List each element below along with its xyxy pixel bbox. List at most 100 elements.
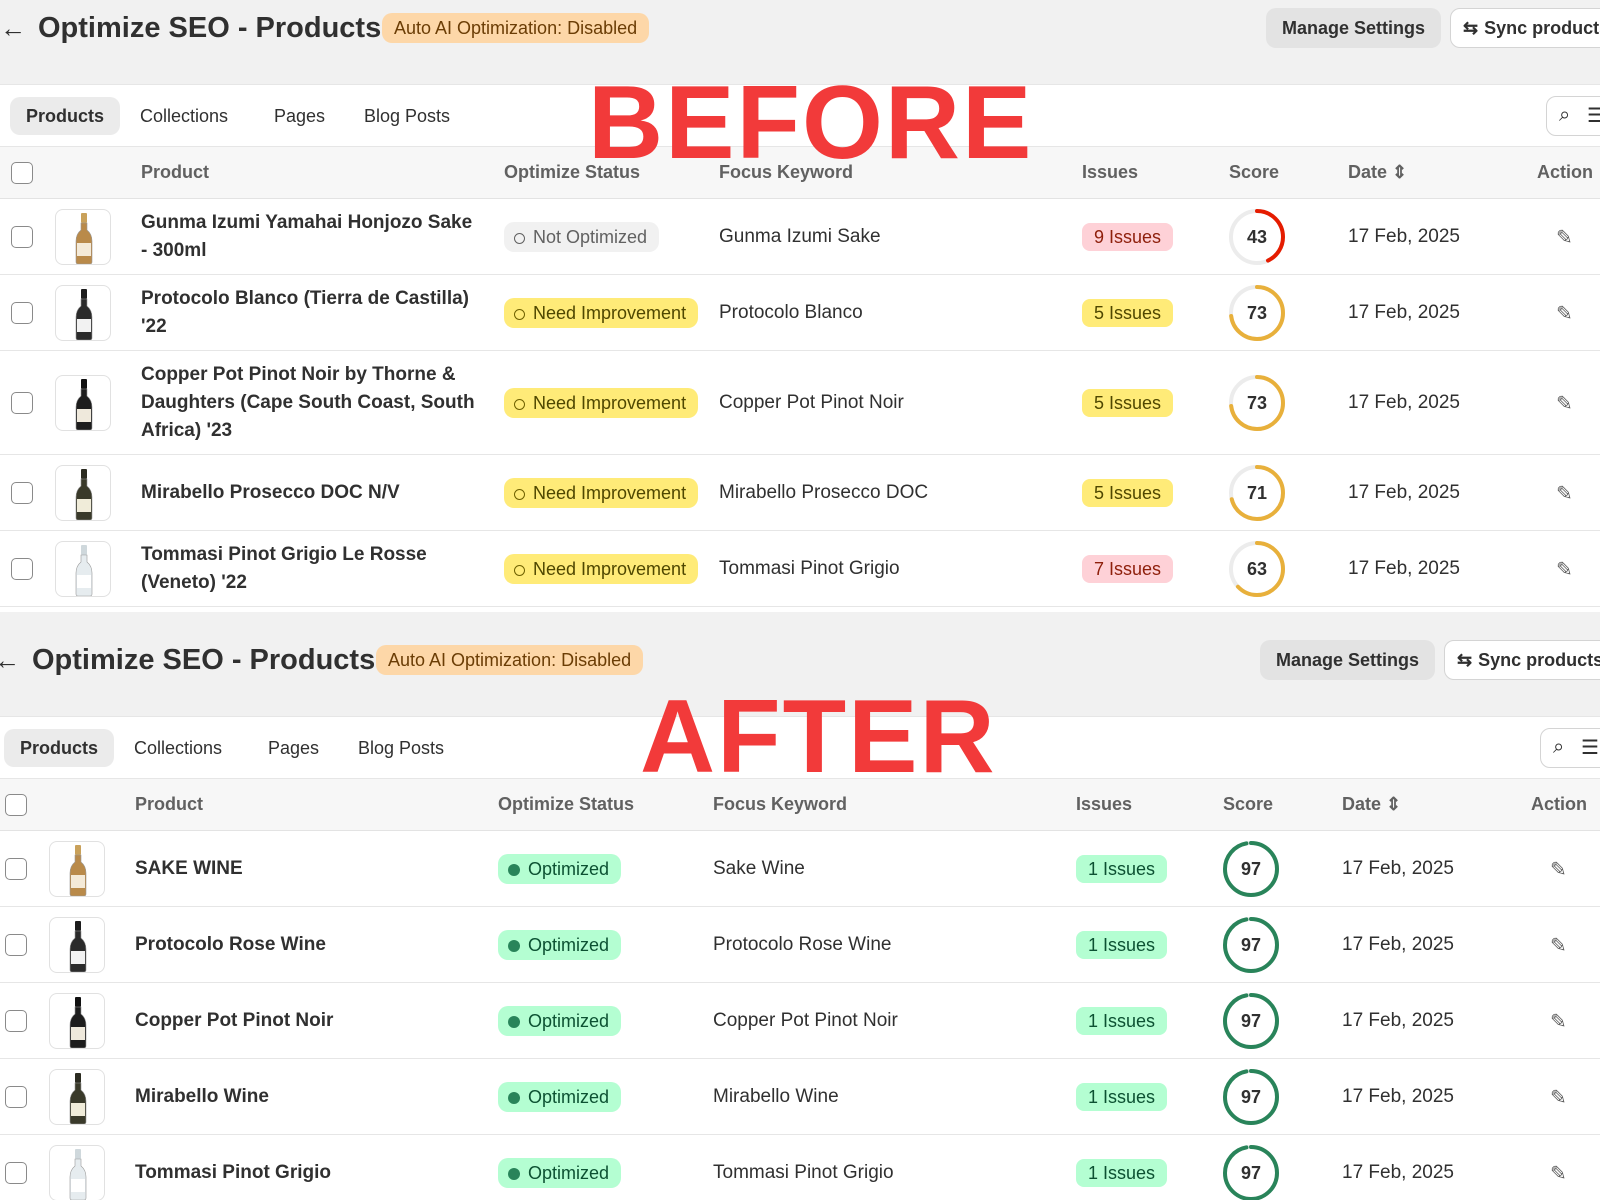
issues-badge: 1 Issues (1076, 1083, 1168, 1111)
column-optimize-status: Optimize Status (498, 794, 634, 815)
row-date: 17 Feb, 2025 (1342, 934, 1454, 955)
table-row[interactable]: Copper Pot Pinot Noir by Thorne & Daught… (0, 351, 1600, 455)
search-filter-toggle[interactable]: ⌕ ☰ (1540, 728, 1600, 768)
edit-icon[interactable]: ✎ (1550, 857, 1567, 882)
table-row[interactable]: Tommasi Pinot Grigio Le Rosse (Veneto) '… (0, 531, 1600, 607)
focus-keyword: Copper Pot Pinot Noir (719, 392, 904, 413)
row-checkbox[interactable] (11, 302, 33, 324)
issues-badge: 1 Issues (1076, 855, 1168, 883)
focus-keyword: Mirabello Prosecco DOC (719, 482, 929, 503)
product-name[interactable]: Copper Pot Pinot Noir (135, 1007, 475, 1035)
issues-badge: 1 Issues (1076, 1159, 1168, 1187)
edit-icon[interactable]: ✎ (1556, 481, 1573, 506)
select-all-checkbox[interactable] (11, 162, 33, 184)
focus-keyword: Protocolo Blanco (719, 302, 863, 323)
row-checkbox[interactable] (5, 1086, 27, 1108)
table-row[interactable]: Gunma Izumi Yamahai Honjozo Sake - 300ml… (0, 199, 1600, 275)
edit-icon[interactable]: ✎ (1550, 933, 1567, 958)
score-value: 97 (1240, 1087, 1262, 1107)
tab-collections[interactable]: Collections (124, 97, 244, 135)
product-name[interactable]: Mirabello Wine (135, 1083, 475, 1111)
product-thumbnail (49, 1145, 105, 1200)
tab-pages[interactable]: Pages (258, 97, 341, 135)
edit-icon[interactable]: ✎ (1550, 1009, 1567, 1034)
search-icon[interactable]: ⌕ (1553, 736, 1564, 759)
status-label: Optimized (528, 859, 610, 879)
score-ring: 97 (1221, 1067, 1281, 1127)
row-checkbox[interactable] (5, 1010, 27, 1032)
optimize-status-badge: Not Optimized (504, 222, 660, 252)
score-ring: 43 (1227, 207, 1287, 267)
row-checkbox[interactable] (11, 226, 33, 248)
product-name[interactable]: Protocolo Blanco (Tierra de Castilla) '2… (141, 285, 481, 341)
tab-blog-posts[interactable]: Blog Posts (342, 729, 460, 767)
table-row[interactable]: Mirabello Wine Optimized Mirabello Wine 1 I… (0, 1059, 1600, 1135)
score-value: 73 (1246, 393, 1268, 413)
product-name[interactable]: Tommasi Pinot Grigio Le Rosse (Veneto) '… (141, 541, 481, 597)
score-ring: 97 (1221, 839, 1281, 899)
row-checkbox[interactable] (11, 482, 33, 504)
tab-collections[interactable]: Collections (118, 729, 238, 767)
after-label: AFTER (640, 679, 997, 795)
search-icon[interactable]: ⌕ (1559, 104, 1570, 127)
issues-badge: 1 Issues (1076, 1007, 1168, 1035)
auto-ai-badge: Auto AI Optimization: Disabled (376, 645, 644, 675)
table-row[interactable]: Protocolo Blanco (Tierra de Castilla) '2… (0, 275, 1600, 351)
manage-settings-button[interactable]: Manage Settings (1266, 8, 1442, 48)
optimize-status-badge: Need Improvement (504, 478, 699, 508)
status-dot-icon (514, 309, 525, 320)
table-row[interactable]: Mirabello Prosecco DOC N/V Need Improveme… (0, 455, 1600, 531)
row-checkbox[interactable] (5, 1162, 27, 1184)
optimize-status-badge: Optimized (498, 930, 622, 960)
product-name[interactable]: SAKE WINE (135, 855, 475, 883)
product-name[interactable]: Protocolo Rose Wine (135, 931, 475, 959)
focus-keyword: Gunma Izumi Sake (719, 226, 881, 247)
tab-products[interactable]: Products (4, 729, 115, 767)
tab-blog-posts[interactable]: Blog Posts (348, 97, 466, 135)
select-all-checkbox[interactable] (5, 794, 27, 816)
sort-icon[interactable]: ⇕ (1392, 162, 1407, 182)
filter-icon[interactable]: ☰ (1587, 103, 1600, 128)
status-label: Need Improvement (533, 303, 687, 323)
edit-icon[interactable]: ✎ (1556, 225, 1573, 250)
column-date[interactable]: Date ⇕ (1342, 794, 1401, 815)
row-checkbox[interactable] (5, 934, 27, 956)
back-arrow-icon[interactable]: ← (0, 642, 24, 678)
row-checkbox[interactable] (5, 858, 27, 880)
row-checkbox[interactable] (11, 392, 33, 414)
manage-settings-label: Manage Settings (1276, 650, 1420, 670)
column-date[interactable]: Date ⇕ (1348, 162, 1407, 183)
score-value: 43 (1246, 227, 1268, 247)
edit-icon[interactable]: ✎ (1556, 301, 1573, 326)
status-label: Optimized (528, 1011, 610, 1031)
table-row[interactable]: Protocolo Rose Wine Optimized Protocolo Ro… (0, 907, 1600, 983)
tab-products[interactable]: Products (10, 97, 121, 135)
optimize-status-badge: Optimized (498, 1082, 622, 1112)
manage-settings-button[interactable]: Manage Settings (1260, 640, 1436, 680)
edit-icon[interactable]: ✎ (1556, 391, 1573, 416)
search-filter-toggle[interactable]: ⌕ ☰ (1546, 96, 1600, 136)
before-label: BEFORE (588, 65, 1034, 181)
edit-icon[interactable]: ✎ (1556, 557, 1573, 582)
column-product: Product (141, 162, 209, 183)
column-focus-keyword: Focus Keyword (713, 794, 847, 815)
product-name[interactable]: Mirabello Prosecco DOC N/V (141, 479, 481, 507)
status-label: Optimized (528, 1087, 610, 1107)
table-row[interactable]: Tommasi Pinot Grigio Optimized Tommasi Pin… (0, 1135, 1600, 1200)
row-checkbox[interactable] (11, 558, 33, 580)
back-arrow-icon[interactable]: ← (0, 10, 30, 46)
product-name[interactable]: Gunma Izumi Yamahai Honjozo Sake - 300ml (141, 209, 481, 265)
edit-icon[interactable]: ✎ (1550, 1161, 1567, 1186)
sync-products-button[interactable]: ⇆ Sync products (1450, 8, 1600, 48)
product-name[interactable]: Tommasi Pinot Grigio (135, 1159, 475, 1187)
sort-icon[interactable]: ⇕ (1386, 794, 1401, 814)
score-ring: 71 (1227, 463, 1287, 523)
edit-icon[interactable]: ✎ (1550, 1085, 1567, 1110)
sync-products-button[interactable]: ⇆ Sync products (1444, 640, 1600, 680)
table-row[interactable]: SAKE WINE Optimized Sake Wine 1 Issues 97 17 … (0, 831, 1600, 907)
filter-icon[interactable]: ☰ (1581, 735, 1599, 760)
sync-icon: ⇆ (1463, 18, 1479, 38)
table-row[interactable]: Copper Pot Pinot Noir Optimized Copper Pot… (0, 983, 1600, 1059)
product-name[interactable]: Copper Pot Pinot Noir by Thorne & Daught… (141, 361, 481, 445)
tab-pages[interactable]: Pages (252, 729, 335, 767)
